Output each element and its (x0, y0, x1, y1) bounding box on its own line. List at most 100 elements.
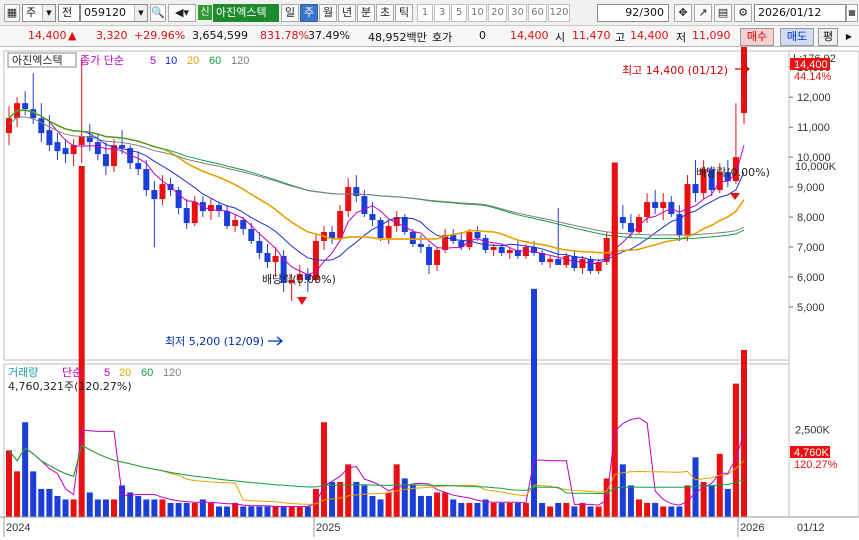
volume-bar (522, 502, 529, 517)
price-tick-label: 5,000 (797, 302, 825, 314)
volume-bar (102, 499, 109, 517)
volume-bar (54, 495, 61, 517)
candle-body (426, 247, 432, 265)
period-10[interactable]: 10 (468, 4, 487, 22)
candle-body (256, 241, 263, 254)
candle-body (62, 148, 69, 155)
volume-bar (434, 492, 441, 517)
timeframe-1[interactable]: 주 (300, 4, 318, 22)
timeframe-6[interactable]: 틱 (395, 4, 413, 22)
volume-bar (442, 492, 449, 517)
search-icon[interactable]: 🔍 (150, 4, 166, 22)
buy-button[interactable]: 매수 (740, 28, 774, 46)
volume-legend-label: 단순 (62, 366, 82, 379)
period-20[interactable]: 20 (488, 4, 507, 22)
candle-body (409, 232, 416, 245)
volume-bar (94, 499, 101, 517)
candle-body (119, 145, 126, 149)
candle-body (54, 142, 61, 152)
period-60[interactable]: 60 (528, 4, 547, 22)
candle-body (660, 202, 667, 209)
volume-bar (668, 506, 675, 517)
market-label: 주 (26, 6, 37, 19)
timeframe-0[interactable]: 일 (281, 4, 299, 22)
gear-icon[interactable]: ⚙ (734, 4, 752, 22)
candle-body (272, 256, 279, 262)
up-arrow-icon: ▲ (68, 29, 77, 42)
chevron-down-icon[interactable]: ▼ (42, 5, 55, 21)
vol-ratio: 831.78% (260, 29, 309, 42)
save-icon[interactable]: ▤ (714, 4, 732, 22)
volume-info: 4,760,321주(120.27%) (8, 380, 132, 393)
volume-bar (458, 502, 465, 517)
chart-icon[interactable]: ↗ (694, 4, 712, 22)
speaker-icon[interactable]: ◀▾ (168, 4, 196, 22)
volume-bar (466, 502, 473, 517)
candle-body (692, 184, 699, 194)
x-label-2026: 2026 (740, 522, 764, 534)
volume-tick-label: 2,500K (795, 424, 831, 436)
chart-area[interactable]: 13,00012,00011,00010,0009,0008,0007,0006… (0, 25, 859, 537)
high-note: 최고 14,400 (01/12) (622, 64, 728, 77)
segment-select[interactable]: 전 (58, 4, 80, 22)
chart-type-icon[interactable]: ▦ (4, 4, 20, 22)
timeframe-3[interactable]: 년 (338, 4, 356, 22)
volume-bar (216, 506, 222, 517)
candle-body (353, 187, 360, 197)
volume-bar (224, 506, 231, 517)
x-label-2025: 2025 (316, 522, 340, 534)
candle-body (183, 208, 190, 224)
period-3[interactable]: 3 (434, 4, 450, 22)
sell-button[interactable]: 매도 (780, 28, 814, 46)
volume-bar (62, 499, 69, 517)
count-field[interactable]: 92/300 (597, 4, 669, 22)
volume-bar (143, 499, 150, 517)
high-value: 14,400 (630, 29, 669, 42)
candle-body (466, 232, 473, 248)
candle-body (474, 232, 481, 239)
candle-body (345, 187, 352, 212)
volume-ma-legend-60: 60 (141, 367, 153, 379)
volume-bar (86, 492, 93, 517)
scroll-arrow-icon[interactable]: ▶ (842, 30, 856, 44)
volume-bar (514, 502, 521, 517)
hoga-label: 호가 (432, 31, 453, 44)
candle-body (191, 202, 198, 224)
volume-bar (708, 485, 715, 517)
date-field[interactable]: 2026/01/12 (754, 4, 846, 22)
candle-body (151, 190, 158, 200)
timeframe-4[interactable]: 분 (357, 4, 375, 22)
code-input[interactable]: 059120 ▼ (80, 4, 148, 22)
candle-body (94, 142, 101, 155)
volume-ma-legend-120: 120 (163, 367, 181, 379)
timeframe-2[interactable]: 월 (319, 4, 337, 22)
period-30[interactable]: 30 (508, 4, 527, 22)
volume-bar (652, 502, 659, 517)
volume-ma-legend-5: 5 (104, 367, 110, 379)
chevron-down-icon[interactable]: ▼ (134, 5, 147, 21)
volume-bar (304, 506, 311, 517)
candle-body (70, 145, 77, 155)
volume-bar (280, 506, 287, 517)
price-tick-label: 6,000 (797, 272, 825, 284)
eval-button[interactable]: 평 (818, 28, 838, 46)
market-select[interactable]: 주 ▼ (22, 4, 56, 22)
volume-bar (539, 502, 546, 517)
candle-body (143, 169, 150, 191)
candle-body (579, 258, 586, 268)
period-1[interactable]: 1 (417, 4, 433, 22)
ma-legend-5: 5 (150, 55, 156, 67)
calendar-icon[interactable]: ▦ (846, 4, 858, 22)
volume-bar (547, 506, 554, 517)
volume-bar (587, 506, 594, 517)
candle-body (135, 163, 142, 170)
candle-body (22, 103, 29, 110)
period-120[interactable]: 120 (548, 4, 570, 22)
crosshair-icon[interactable]: ✥ (674, 4, 692, 22)
timeframe-5[interactable]: 초 (376, 4, 394, 22)
volume-bar (353, 481, 360, 517)
stock-chart[interactable]: 13,00012,00011,00010,0009,0008,0007,0006… (0, 25, 859, 537)
change: 3,320 (96, 29, 128, 42)
period-5[interactable]: 5 (451, 4, 467, 22)
candle-body (377, 220, 384, 239)
